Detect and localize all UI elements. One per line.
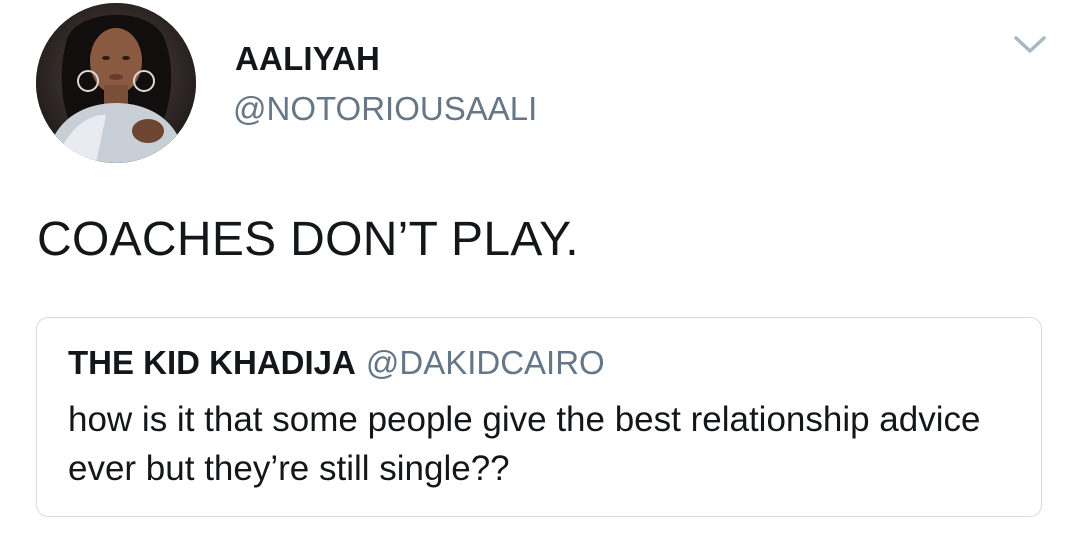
- tweet-menu-button[interactable]: [1010, 28, 1050, 60]
- user-avatar-photo: [36, 3, 196, 163]
- quoted-tweet-text: how is it that some people give the best…: [68, 400, 981, 488]
- chevron-down-icon: [1014, 36, 1046, 53]
- quoted-tweet-card[interactable]: THE KID KHADIJA @DAKIDCAIRO how is it tha…: [36, 317, 1042, 517]
- author-display-name[interactable]: AALIYAH: [235, 40, 380, 78]
- tweet-text: COACHES DON’T PLAY.: [37, 213, 579, 266]
- avatar[interactable]: [36, 3, 196, 163]
- quoted-author-handle: @DAKIDCAIRO: [365, 344, 605, 381]
- author-handle[interactable]: @NOTORIOUSAALI: [233, 90, 537, 128]
- quoted-author-display-name: THE KID KHADIJA: [68, 344, 356, 381]
- quoted-tweet-header: THE KID KHADIJA @DAKIDCAIRO: [68, 344, 605, 382]
